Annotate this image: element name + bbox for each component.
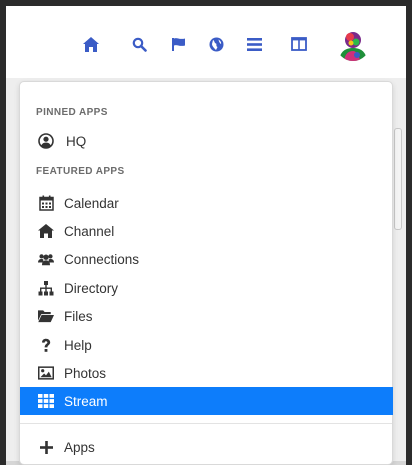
featured-apps-header: FEATURED APPS — [36, 166, 125, 177]
plus-icon — [38, 439, 54, 455]
menu-item-label: Channel — [64, 223, 115, 239]
menu-item-label: Apps — [64, 439, 95, 455]
user-circle-icon — [38, 133, 54, 149]
menu-item-hq[interactable]: HQ — [20, 127, 393, 155]
users-icon — [38, 251, 54, 267]
menu-item-directory[interactable]: Directory — [20, 274, 393, 302]
menu-item-files[interactable]: Files — [20, 302, 393, 330]
search-icon[interactable] — [129, 34, 149, 54]
top-navbar — [6, 6, 406, 78]
user-avatar[interactable] — [336, 27, 370, 61]
grid-icon — [38, 393, 54, 409]
menu-item-stream[interactable]: Stream — [20, 387, 393, 415]
flag-icon[interactable] — [168, 34, 188, 54]
menu-item-apps[interactable]: Apps — [20, 433, 393, 461]
menu-item-label: Calendar — [64, 195, 119, 211]
menu-item-label: Directory — [64, 280, 119, 296]
menu-item-calendar[interactable]: Calendar — [20, 189, 393, 217]
menu-item-photos[interactable]: Photos — [20, 359, 393, 387]
menu-item-channel[interactable]: Channel — [20, 217, 393, 245]
folder-open-icon — [38, 308, 54, 324]
menu-item-label: HQ — [66, 133, 87, 149]
apps-dropdown-menu: PINNED APPS HQ FEATURED APPS Calendar Ch… — [19, 81, 393, 465]
menu-item-label: Help — [64, 337, 92, 353]
menu-item-label: Stream — [64, 393, 108, 409]
image-icon — [38, 365, 54, 381]
home-icon[interactable] — [81, 34, 101, 54]
menu-item-label: Photos — [64, 365, 107, 381]
sitemap-icon — [38, 280, 54, 296]
columns-icon[interactable] — [289, 34, 309, 54]
home-icon — [38, 223, 54, 239]
menu-divider — [20, 423, 392, 424]
menu-item-connections[interactable]: Connections — [20, 245, 393, 273]
pinned-apps-header: PINNED APPS — [36, 107, 108, 118]
calendar-icon — [38, 195, 54, 211]
question-icon — [38, 337, 54, 353]
menu-item-help[interactable]: Help — [20, 331, 393, 359]
menu-item-label: Files — [64, 308, 93, 324]
app-frame: PINNED APPS HQ FEATURED APPS Calendar Ch… — [6, 6, 406, 465]
menu-bars-icon[interactable] — [244, 34, 264, 54]
globe-icon[interactable] — [206, 34, 226, 54]
right-scroll-strip[interactable] — [394, 128, 402, 230]
menu-item-label: Connections — [64, 251, 140, 267]
